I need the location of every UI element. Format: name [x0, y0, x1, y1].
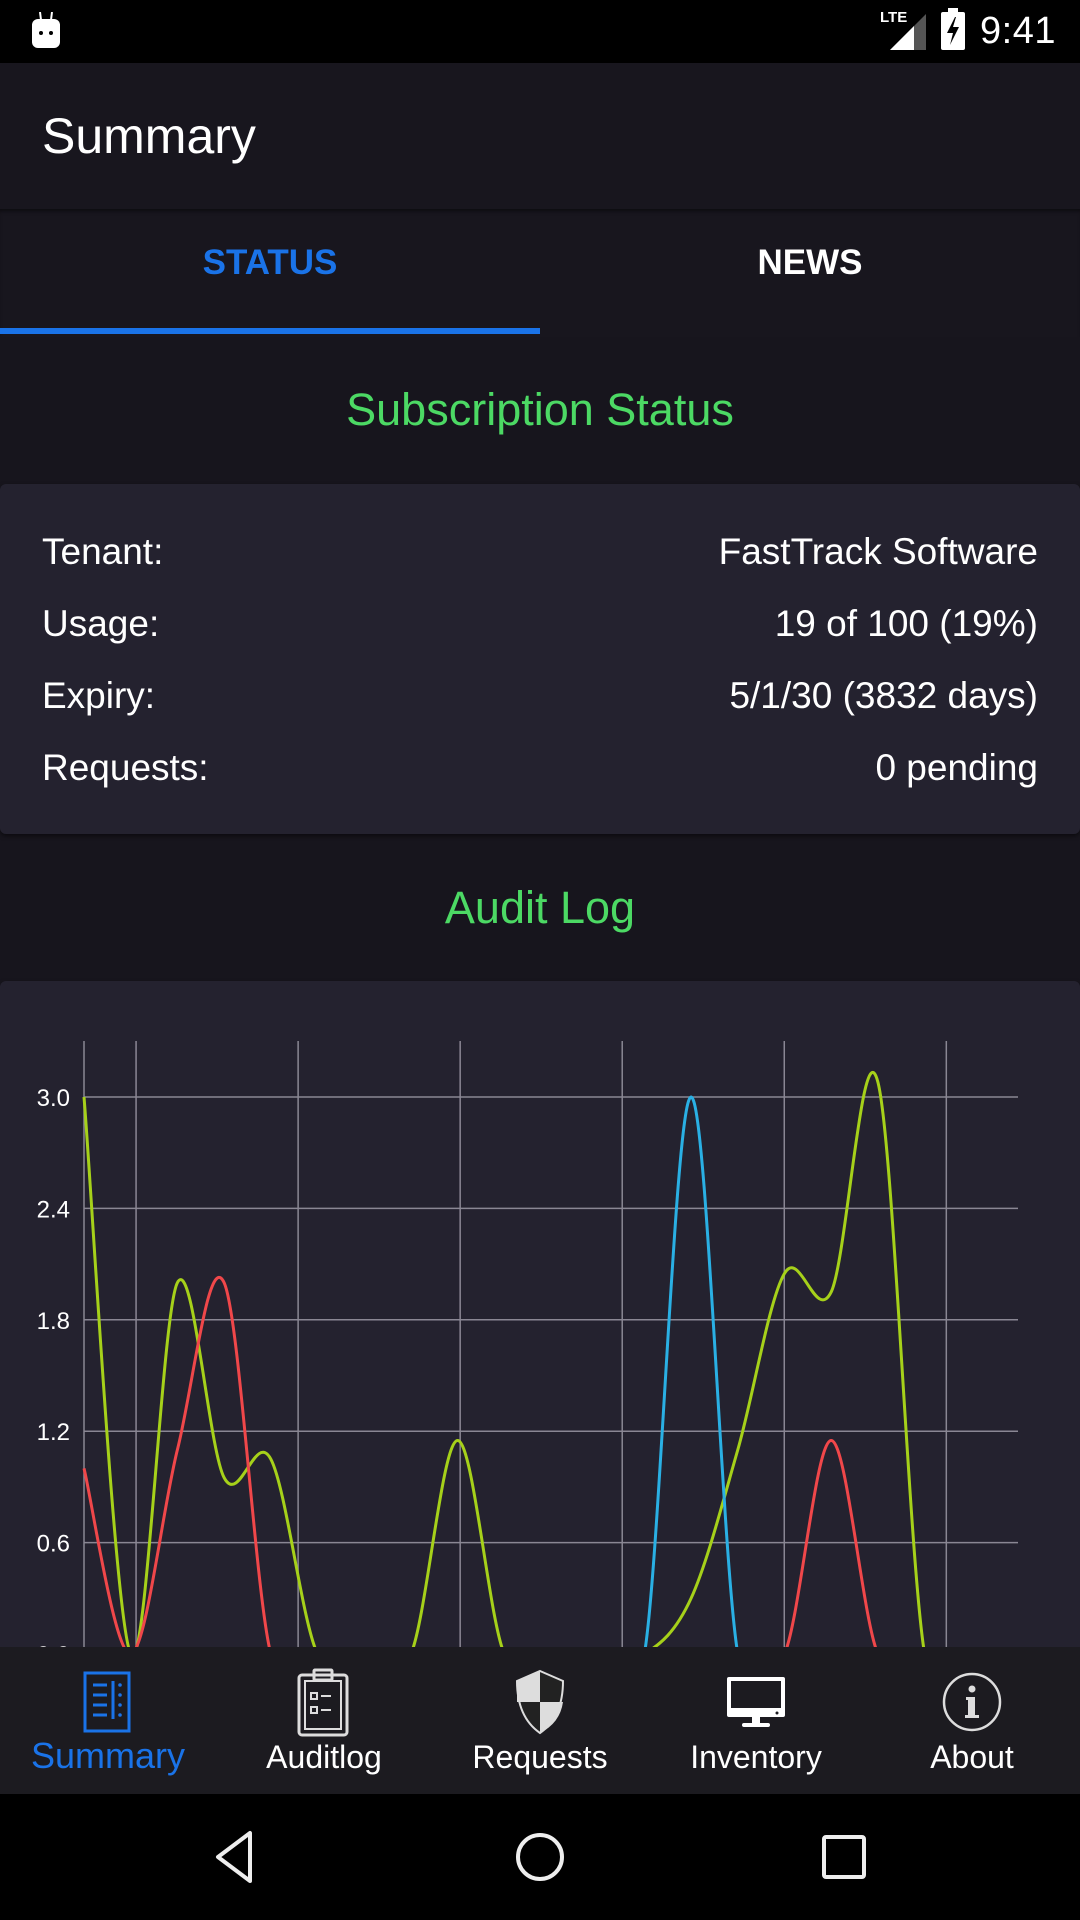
nav-auditlog[interactable]: Auditlog	[216, 1647, 432, 1794]
shield-icon	[505, 1667, 575, 1737]
requests-label: Requests:	[42, 747, 209, 788]
series-line-blue	[84, 1095, 1018, 1681]
series-line-yellow	[82, 1070, 1018, 1681]
nav-requests-label: Requests	[472, 1739, 608, 1775]
nav-inventory[interactable]: Inventory	[648, 1647, 864, 1794]
expiry-row: Expiry: 5/1/30 (3832 days)	[42, 666, 1038, 726]
page-title: Summary	[42, 108, 256, 164]
battery-charging-icon	[940, 8, 966, 55]
nav-requests[interactable]: Requests	[432, 1647, 648, 1794]
info-icon	[937, 1667, 1007, 1737]
y-tick-label: 2.4	[37, 1196, 70, 1223]
home-icon[interactable]	[510, 1827, 570, 1887]
summary-list-icon	[73, 1667, 143, 1737]
bottom-navigation: Summary Auditlog Requests Inventory Abou…	[0, 1647, 1080, 1794]
android-icon	[30, 11, 62, 53]
tenant-value: FastTrack Software	[718, 531, 1038, 572]
nav-about[interactable]: About	[864, 1647, 1080, 1794]
clock: 9:41	[980, 10, 1056, 52]
tenant-row: Tenant: FastTrack Software	[42, 522, 1038, 582]
svg-text:LTE: LTE	[880, 9, 907, 26]
nav-about-label: About	[930, 1739, 1014, 1775]
tab-bar: STATUS NEWS	[0, 209, 1080, 337]
subscription-status-heading: Subscription Status	[346, 384, 734, 435]
requests-value: 0 pending	[875, 747, 1038, 788]
nav-inventory-label: Inventory	[690, 1739, 822, 1775]
active-tab-indicator	[0, 328, 540, 334]
recents-icon[interactable]	[814, 1827, 874, 1887]
app-bar: Summary	[0, 63, 1080, 209]
lte-signal-icon: LTE	[880, 8, 927, 55]
y-tick-label: 1.8	[37, 1308, 70, 1335]
system-navigation-bar	[0, 1794, 1080, 1920]
clipboard-icon	[289, 1667, 359, 1737]
back-icon[interactable]	[206, 1827, 266, 1887]
usage-row: Usage: 19 of 100 (19%)	[42, 594, 1038, 654]
tenant-label: Tenant:	[42, 531, 164, 572]
audit-log-chart: 0.00.61.21.82.43.0	[37, 1041, 1018, 1681]
nav-summary-label: Summary	[30, 1735, 186, 1776]
nav-auditlog-label: Auditlog	[266, 1739, 382, 1775]
expiry-value: 5/1/30 (3832 days)	[729, 675, 1038, 716]
requests-row: Requests: 0 pending	[42, 738, 1038, 798]
y-tick-label: 1.2	[37, 1419, 70, 1446]
y-tick-label: 0.6	[37, 1531, 70, 1558]
usage-value: 19 of 100 (19%)	[774, 603, 1038, 644]
status-bar: LTE 9:41	[0, 0, 1080, 63]
audit-log-chart-card: 0.00.61.21.82.43.0	[0, 981, 1080, 1681]
y-tick-label: 3.0	[37, 1085, 70, 1112]
subscription-card: Tenant: FastTrack Software Usage: 19 of …	[0, 484, 1080, 834]
tab-news[interactable]: NEWS	[540, 209, 1080, 337]
audit-log-heading: Audit Log	[444, 882, 636, 933]
nav-summary[interactable]: Summary	[0, 1647, 216, 1794]
usage-label: Usage:	[42, 603, 160, 644]
expiry-label: Expiry:	[42, 675, 156, 716]
tab-status[interactable]: STATUS	[0, 209, 540, 337]
monitor-icon	[721, 1667, 791, 1737]
